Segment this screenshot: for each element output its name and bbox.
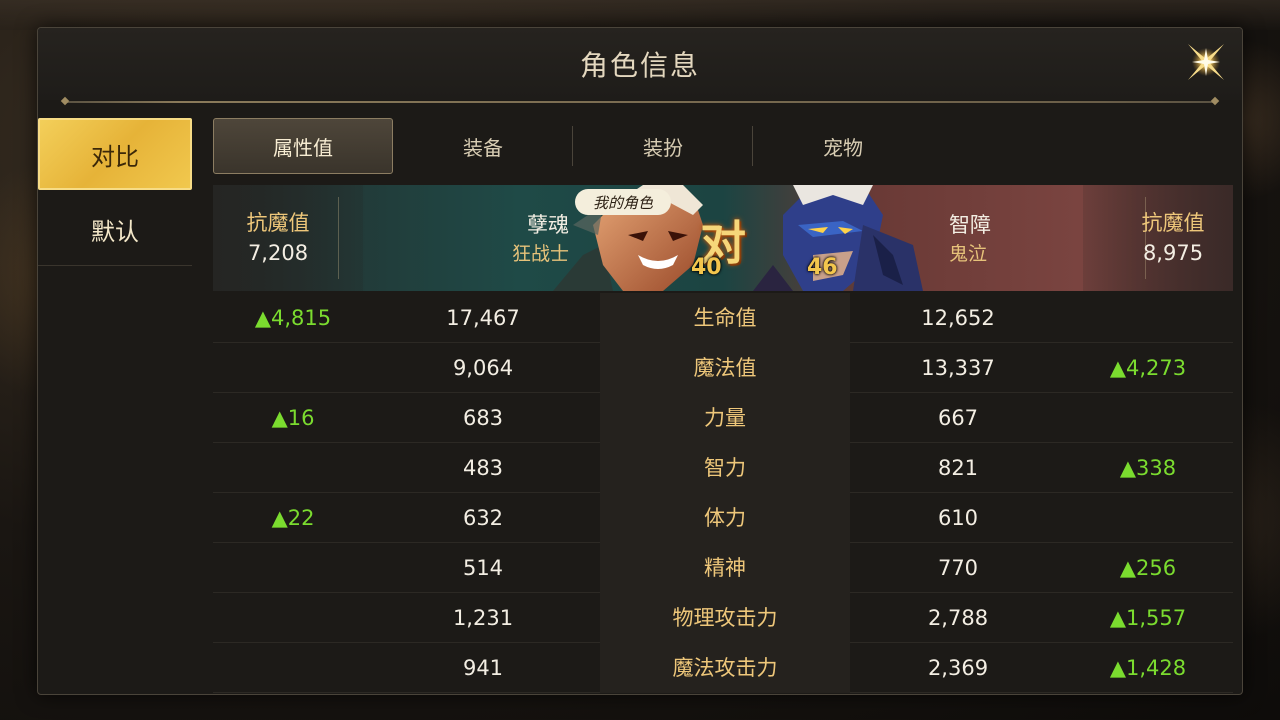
right-value: 610 <box>937 506 979 530</box>
table-row: ▲16 683 力量 667 <box>213 393 1233 443</box>
stat-comparison-table: ▲4,815 17,467 生命值 12,652 9,064 魔法值 13,33… <box>213 293 1233 693</box>
versus-banner: 抗魔值 7,208 孽魂 狂战士 对 我的角色 40 46 智障 鬼泣 抗魔值 … <box>213 185 1233 291</box>
left-diff: ▲4,815 <box>254 306 332 330</box>
left-value: 483 <box>462 456 504 480</box>
left-diff <box>213 643 373 693</box>
tab-attributes-label: 属性值 <box>273 135 333 160</box>
top-tab-list: 属性值 装备 装扮 宠物 <box>213 118 933 174</box>
left-magic-resist-label: 抗魔值 <box>246 211 310 235</box>
stat-name: 物理攻击力 <box>672 606 778 630</box>
left-diff <box>213 593 373 643</box>
tab-costume[interactable]: 装扮 <box>573 118 753 174</box>
left-diff <box>213 343 373 393</box>
character-info-modal: 角色信息 对比 默认 属性值 装备 装扮 宠物 抗魔值 7,208 孽魂 狂战士… <box>37 27 1243 695</box>
table-row: 1,231 物理攻击力 2,788 ▲1,557 <box>213 593 1233 643</box>
right-value: 12,652 <box>921 306 995 330</box>
tab-pet[interactable]: 宠物 <box>753 118 933 174</box>
right-diff: ▲1,557 <box>1109 606 1187 630</box>
left-value: 1,231 <box>452 606 514 630</box>
right-value: 770 <box>937 556 979 580</box>
stat-name: 魔法攻击力 <box>672 656 778 680</box>
right-value: 821 <box>937 456 979 480</box>
side-tab-compare[interactable]: 对比 <box>38 118 192 190</box>
left-character-level: 40 <box>691 255 722 280</box>
stat-name: 魔法值 <box>693 356 757 380</box>
right-diff: ▲338 <box>1119 456 1177 480</box>
stat-name: 力量 <box>704 406 746 430</box>
my-role-badge: 我的角色 <box>575 189 671 215</box>
right-diff <box>1063 493 1233 543</box>
right-value: 13,337 <box>921 356 995 380</box>
tab-pet-label: 宠物 <box>823 135 863 160</box>
modal-header: 角色信息 <box>38 28 1242 100</box>
close-button[interactable] <box>1184 40 1228 84</box>
left-diff <box>213 543 373 593</box>
table-row: 941 魔法攻击力 2,369 ▲1,428 <box>213 643 1233 693</box>
right-character-class: 鬼泣 <box>949 243 988 265</box>
side-tab-list: 对比 默认 <box>38 118 194 266</box>
banner-left-shade <box>213 185 363 291</box>
table-row: 514 精神 770 ▲256 <box>213 543 1233 593</box>
left-diff <box>213 443 373 493</box>
side-tab-default-label: 默认 <box>91 218 139 246</box>
tab-equipment[interactable]: 装备 <box>393 118 573 174</box>
close-star-icon <box>1188 44 1224 80</box>
right-magic-resist-value: 8,975 <box>1142 241 1204 265</box>
left-value: 514 <box>462 556 504 580</box>
left-magic-resist-value: 7,208 <box>247 241 309 265</box>
stat-name: 生命值 <box>693 306 757 330</box>
left-value: 941 <box>462 656 504 680</box>
table-row: 483 智力 821 ▲338 <box>213 443 1233 493</box>
left-value: 17,467 <box>446 306 520 330</box>
right-character-portrait <box>753 185 923 291</box>
table-row: 9,064 魔法值 13,337 ▲4,273 <box>213 343 1233 393</box>
tab-attributes[interactable]: 属性值 <box>213 118 393 174</box>
header-divider <box>64 101 1216 103</box>
stat-name: 精神 <box>704 556 746 580</box>
right-diff: ▲4,273 <box>1109 356 1187 380</box>
banner-divider-left <box>338 197 339 279</box>
table-row: ▲4,815 17,467 生命值 12,652 <box>213 293 1233 343</box>
left-value: 9,064 <box>452 356 514 380</box>
right-value: 667 <box>937 406 979 430</box>
side-tab-default[interactable]: 默认 <box>38 194 192 266</box>
left-value: 632 <box>462 506 504 530</box>
right-diff <box>1063 393 1233 443</box>
right-diff: ▲256 <box>1119 556 1177 580</box>
stat-name: 智力 <box>704 456 746 480</box>
banner-right-shade <box>1083 185 1233 291</box>
side-tab-compare-label: 对比 <box>91 142 139 171</box>
table-row: ▲22 632 体力 610 <box>213 493 1233 543</box>
stat-name: 体力 <box>704 506 746 530</box>
tab-costume-label: 装扮 <box>643 135 683 160</box>
left-diff: ▲16 <box>271 406 315 430</box>
right-diff <box>1063 293 1233 343</box>
right-value: 2,369 <box>927 656 989 680</box>
left-diff: ▲22 <box>271 506 315 530</box>
left-value: 683 <box>462 406 504 430</box>
modal-title: 角色信息 <box>579 49 700 82</box>
right-diff: ▲1,428 <box>1109 656 1187 680</box>
right-value: 2,788 <box>927 606 989 630</box>
right-character-level: 46 <box>807 255 838 280</box>
background-topbar <box>0 0 1280 30</box>
right-character-name: 智障 <box>949 213 991 237</box>
tab-equipment-label: 装备 <box>463 135 503 160</box>
right-magic-resist-label: 抗魔值 <box>1141 211 1205 235</box>
